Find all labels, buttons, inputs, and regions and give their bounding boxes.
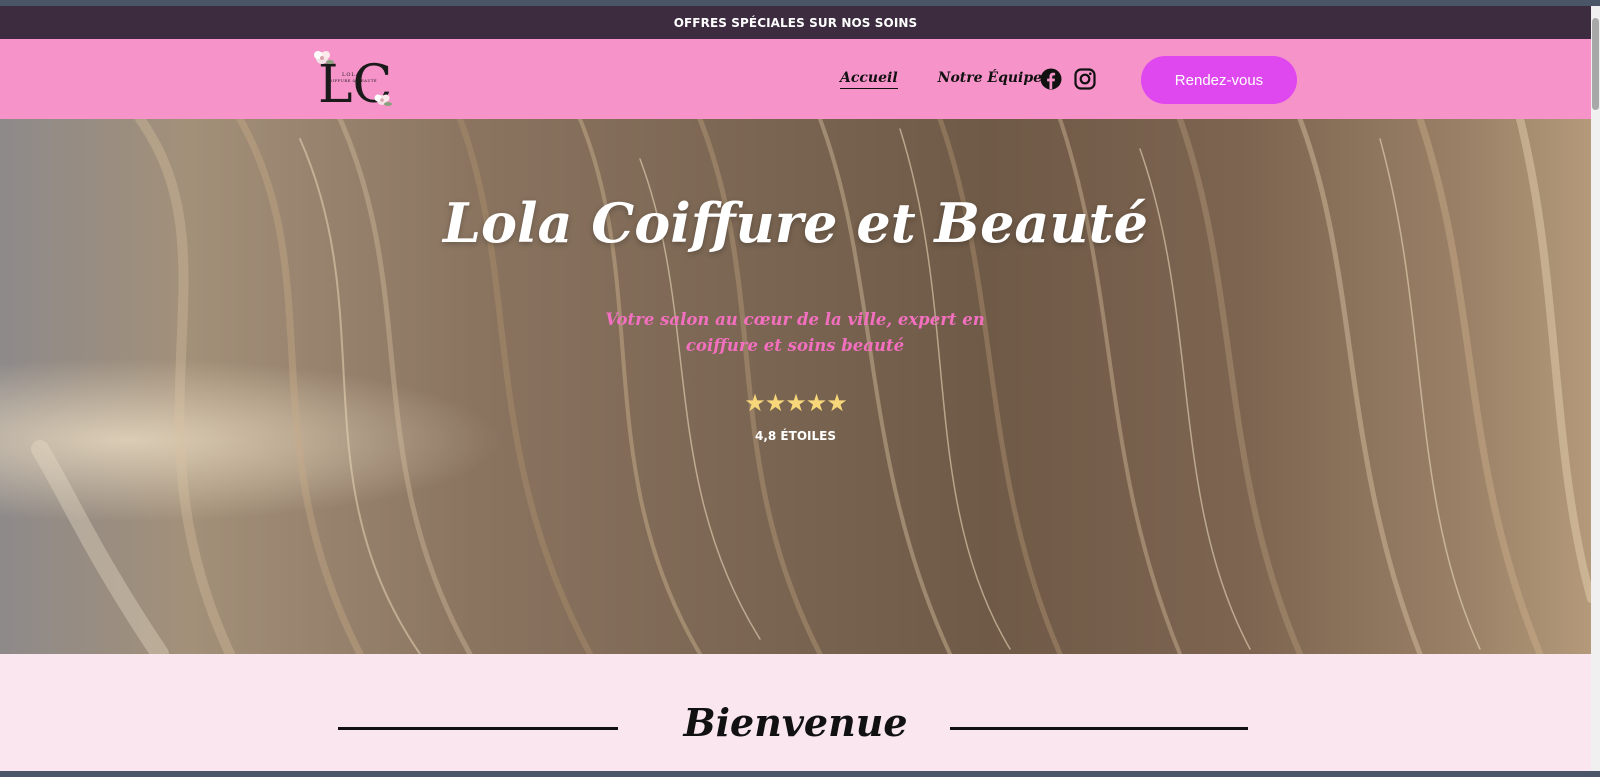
social-links [1040,68,1096,90]
nav-item-accueil[interactable]: Accueil [840,70,898,89]
hero-subtitle: Votre salon au cœur de la ville, expert … [605,310,985,355]
welcome-section: Bienvenue [0,654,1591,771]
divider-line-right [950,727,1248,730]
instagram-icon[interactable] [1074,68,1096,90]
site-header: LC LOLA COIFFURE & BEAUTÉ Accueil Notre … [0,39,1591,119]
rendez-vous-button[interactable]: Rendez-vous [1141,56,1297,104]
nav-item-notre-equipe[interactable]: Notre Équipe [938,70,1042,88]
promo-banner: OFFRES SPÉCIALES SUR NOS SOINS [0,6,1591,39]
hero-section: Lola Coiffure et Beauté Votre salon au c… [0,119,1591,654]
main-nav: Accueil Notre Équipe [840,39,1042,119]
scrollbar-thumb[interactable] [1592,18,1599,110]
welcome-title: Bienvenue [683,700,908,745]
facebook-icon[interactable] [1040,68,1062,90]
logo-tagline: COIFFURE & BEAUTÉ [326,78,377,83]
hero-title: Lola Coiffure et Beauté [443,191,1148,255]
page-viewport: OFFRES SPÉCIALES SUR NOS SOINS LC LOLA C… [0,6,1591,771]
rating-stars: ★★★★★ [744,389,848,417]
promo-text: OFFRES SPÉCIALES SUR NOS SOINS [673,15,918,30]
rating-label: 4,8 ÉTOILES [755,429,836,443]
scrollbar[interactable] [1591,6,1600,771]
logo[interactable]: LC LOLA COIFFURE & BEAUTÉ [312,48,396,115]
